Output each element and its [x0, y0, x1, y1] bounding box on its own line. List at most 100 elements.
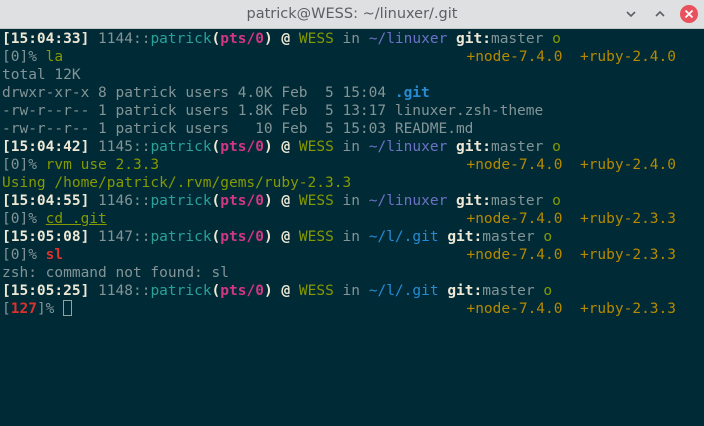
prompt-line: [15:04:42] 1145::patrick(pts/0) @ WESS i… [2, 139, 561, 155]
history-number: 1148 [98, 283, 133, 299]
prompt-user: patrick [150, 31, 212, 47]
output-line: -rw-r--r-- 1 patrick users 1.8K Feb 5 13… [2, 102, 704, 120]
prompt-time: 15:04:33 [10, 31, 81, 47]
prompt-host: WESS [298, 229, 334, 245]
prompt-in: in [342, 283, 360, 299]
git-branch: master [490, 139, 544, 155]
close-button[interactable] [679, 4, 699, 24]
title-bar[interactable]: patrick@WESS: ~/linuxer/.git [0, 0, 704, 29]
prompt-path: ~/linuxer [368, 193, 448, 209]
git-status: o [552, 193, 561, 209]
maximize-icon [655, 10, 665, 17]
git-label: git: [456, 193, 491, 209]
node-version: +node-7.4.0 [466, 157, 563, 173]
prompt-tty: pts/0 [220, 229, 264, 245]
output-line: total 12K [2, 67, 81, 83]
git-branch: master [490, 193, 544, 209]
window-title: patrick@WESS: ~/linuxer/.git [246, 6, 458, 22]
git-branch: master [490, 31, 544, 47]
ruby-version: +ruby-2.4.0 [579, 49, 676, 65]
close-icon [680, 5, 698, 23]
text-cursor[interactable] [63, 300, 73, 316]
prompt-line: [15:05:25] 1148::patrick(pts/0) @ WESS i… [2, 283, 553, 299]
command-text: rvm use 2.3.3 [45, 157, 160, 173]
prompt-in: in [342, 31, 360, 47]
ruby-version: +ruby-2.3.3 [579, 211, 676, 227]
node-version: +node-7.4.0 [466, 211, 563, 227]
prompt-time: 15:05:25 [10, 283, 81, 299]
terminal-window: patrick@WESS: ~/linuxer/.git [15:04:33] … [0, 0, 704, 426]
git-branch: master [482, 283, 535, 299]
file-name: linuxer.zsh-theme [394, 103, 544, 119]
prompt-host: WESS [298, 139, 334, 155]
prompt-in: in [342, 229, 360, 245]
prompt-input-line: [0]% la +node-7.4.0 +ruby-2.4.0 [2, 49, 676, 65]
output-line: -rw-r--r-- 1 patrick users 10 Feb 5 15:0… [2, 120, 704, 138]
file-meta: -rw-r--r-- 1 patrick users 10 Feb 5 15:0… [2, 121, 395, 137]
terminal-output[interactable]: [15:04:33] 1144::patrick(pts/0) @ WESS i… [0, 29, 704, 426]
directory-name: .git [394, 85, 430, 101]
prompt-user: patrick [150, 229, 212, 245]
prompt-input-line: [0]% sl +node-7.4.0 +ruby-2.3.3 [2, 247, 676, 263]
prompt-tty: pts/0 [220, 139, 264, 155]
file-name: README.md [394, 121, 474, 137]
git-status: o [552, 139, 561, 155]
prompt-path: ~/linuxer [368, 31, 448, 47]
node-version: +node-7.4.0 [466, 247, 563, 263]
prompt-tty: pts/0 [220, 193, 264, 209]
maximize-button[interactable] [650, 4, 670, 24]
prompt-user: patrick [150, 139, 212, 155]
output-line: zsh: command not found: sl [2, 265, 229, 281]
git-label: git: [456, 31, 491, 47]
prompt-input-line[interactable]: [127]% +node-7.4.0 +ruby-2.3.3 [2, 300, 704, 318]
prompt-time: 15:05:08 [10, 229, 81, 245]
git-label: git: [456, 139, 491, 155]
history-number: 1146 [98, 193, 133, 209]
minimize-button[interactable] [621, 4, 641, 24]
bracket: [ [2, 31, 11, 47]
ruby-version: +ruby-2.4.0 [579, 157, 676, 173]
ruby-version: +ruby-2.3.3 [579, 301, 676, 317]
git-status: o [552, 31, 561, 47]
prompt-path: ~/l/.git [368, 283, 439, 299]
output-line: drwxr-xr-x 8 patrick users 4.0K Feb 5 15… [2, 84, 704, 102]
minimize-icon [626, 11, 636, 18]
command-text: sl [45, 247, 64, 263]
git-status: o [543, 283, 553, 299]
prompt-user: patrick [150, 193, 212, 209]
history-number: 1145 [98, 139, 133, 155]
prompt-line: [15:05:08] 1147::patrick(pts/0) @ WESS i… [2, 229, 553, 245]
prompt-tty: pts/0 [220, 283, 264, 299]
git-branch: master [482, 229, 535, 245]
output-line: Using /home/patrick/.rvm/gems/ruby-2.3.3 [2, 175, 352, 191]
history-number: 1144 [98, 31, 133, 47]
prompt-input-line: [0]% rvm use 2.3.3 +node-7.4.0 +ruby-2.4.… [2, 157, 676, 173]
prompt-input-line: [0]% cd .git +node-7.4.0 +ruby-2.3.3 [2, 211, 676, 227]
prompt-host: WESS [298, 193, 334, 209]
prompt-tty: pts/0 [220, 31, 264, 47]
prompt-time: 15:04:42 [10, 139, 81, 155]
git-label: git: [447, 229, 483, 245]
command-text: la [45, 49, 64, 65]
prompt-in: in [342, 193, 360, 209]
prompt-in: in [342, 139, 360, 155]
ruby-version: +ruby-2.3.3 [579, 247, 676, 263]
file-meta: -rw-r--r-- 1 patrick users 1.8K Feb 5 13… [2, 103, 395, 119]
prompt-host: WESS [298, 31, 334, 47]
prompt-line: [15:04:33] 1144::patrick(pts/0) @ WESS i… [2, 31, 561, 47]
node-version: +node-7.4.0 [466, 301, 563, 317]
bracket: ] [80, 31, 90, 47]
prompt-time: 15:04:55 [10, 193, 81, 209]
history-number: 1147 [98, 229, 133, 245]
prompt-line: [15:04:55] 1146::patrick(pts/0) @ WESS i… [2, 193, 561, 209]
command-text: cd .git [45, 211, 107, 227]
prompt-path: ~/l/.git [368, 229, 439, 245]
prompt-path: ~/linuxer [368, 139, 448, 155]
node-version: +node-7.4.0 [466, 49, 563, 65]
prompt-user: patrick [150, 283, 212, 299]
git-label: git: [447, 283, 483, 299]
file-meta: drwxr-xr-x 8 patrick users 4.0K Feb 5 15… [2, 85, 395, 101]
git-status: o [543, 229, 553, 245]
exit-code-error: 127 [10, 301, 37, 317]
prompt-host: WESS [298, 283, 334, 299]
